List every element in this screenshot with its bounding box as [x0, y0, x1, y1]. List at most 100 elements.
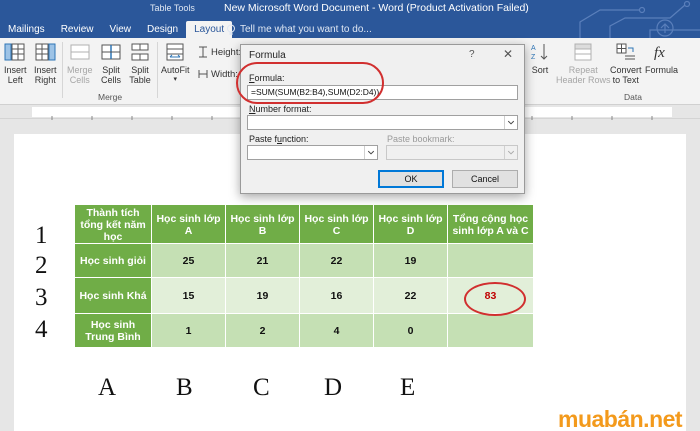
insert-left-label: Insert Left — [4, 65, 27, 85]
ribbon-separator — [62, 42, 63, 98]
circuit-decoration-icon — [579, 0, 700, 38]
row-label-cell[interactable]: Học sinh giỏi — [74, 243, 152, 278]
ribbon-tabs: Mailings Review View Design Layout — [0, 21, 233, 38]
autofit-label: AutoFit — [161, 65, 190, 75]
width-control[interactable]: Width: — [198, 68, 238, 80]
split-table-label: Split Table — [129, 65, 151, 85]
muaban-watermark: muabán.net — [558, 406, 683, 431]
split-cells-label: Split Cells — [100, 65, 121, 85]
lightbulb-icon — [227, 24, 235, 35]
table-header-cell[interactable]: Tổng cộng học sinh lớp A và C — [447, 204, 534, 244]
merge-cells-icon — [70, 44, 90, 60]
paste-function-label: Paste function: — [249, 134, 309, 144]
formula-label: Formula — [645, 65, 679, 75]
table-tools-label: Table Tools — [150, 3, 195, 13]
title-bar: Table Tools New Microsoft Word Document … — [0, 0, 700, 38]
ribbon-separator — [157, 42, 158, 98]
sort-label: Sort — [531, 65, 549, 75]
tab-mailings[interactable]: Mailings — [0, 21, 53, 38]
paste-bookmark-select[interactable] — [386, 145, 518, 160]
row-label-cell[interactable]: Học sinh Trung Bình — [74, 313, 152, 348]
tab-view[interactable]: View — [101, 21, 139, 38]
cancel-button[interactable]: Cancel — [452, 170, 518, 188]
column-width-icon — [198, 70, 208, 78]
table-header-cell[interactable]: Học sinh lớp B — [225, 204, 300, 244]
sort-button[interactable]: A Z Sort — [529, 42, 551, 75]
paste-function-select[interactable] — [247, 145, 378, 160]
convert-to-text-button[interactable]: Convert to Text — [610, 42, 642, 85]
merge-cells-label: Merge Cells — [67, 65, 93, 85]
tell-me-text: Tell me what you want to do... — [240, 24, 372, 35]
row-number-4: 4 — [35, 316, 48, 343]
convert-to-text-label: Convert to Text — [610, 65, 642, 85]
chevron-down-icon — [504, 116, 515, 129]
insert-right-label: Insert Right — [34, 65, 57, 85]
column-letter-e: E — [400, 374, 416, 401]
formula-button[interactable]: fx Formula — [645, 42, 678, 75]
table-cell[interactable]: 0 — [373, 313, 448, 348]
table-cell[interactable] — [447, 243, 534, 278]
table-cell[interactable]: 19 — [373, 243, 448, 278]
table-cell[interactable]: 2 — [225, 313, 300, 348]
number-format-select[interactable] — [247, 115, 518, 130]
height-control[interactable]: Height: — [198, 46, 241, 58]
repeat-header-rows-icon — [574, 43, 592, 61]
tab-review[interactable]: Review — [53, 21, 102, 38]
formula-highlight-oval — [236, 62, 384, 104]
table-header-cell[interactable]: Học sinh lớp D — [373, 204, 448, 244]
window-title: New Microsoft Word Document - Word (Prod… — [224, 2, 529, 14]
table-cell[interactable]: 4 — [299, 313, 374, 348]
close-button[interactable]: ✕ — [503, 47, 513, 61]
help-button[interactable]: ? — [469, 49, 475, 60]
table-cell[interactable]: 1 — [151, 313, 226, 348]
autofit-button[interactable]: AutoFit ▾ — [161, 42, 190, 85]
row-height-icon — [199, 46, 207, 58]
table-header-row: Thành tích tổng kết năm học Học sinh lớp… — [74, 204, 534, 244]
table-cell[interactable]: 22 — [373, 277, 448, 314]
table-cell[interactable]: 25 — [151, 243, 226, 278]
table-cell[interactable]: 15 — [151, 277, 226, 314]
table-cell[interactable]: 21 — [225, 243, 300, 278]
width-label: Width: — [211, 68, 238, 80]
paste-bookmark-label: Paste bookmark: — [387, 134, 455, 144]
row-label-cell[interactable]: Học sinh Khá — [74, 277, 152, 314]
split-cells-button[interactable]: Split Cells — [100, 42, 122, 85]
insert-right-button[interactable]: Insert Right — [34, 42, 57, 85]
row-number-2: 2 — [35, 252, 48, 279]
autofit-icon — [166, 43, 184, 61]
table-cell[interactable]: 16 — [299, 277, 374, 314]
table-header-cell[interactable]: Thành tích tổng kết năm học — [74, 204, 152, 244]
repeat-header-rows-button[interactable]: Repeat Header Rows — [556, 42, 611, 85]
chevron-down-icon — [504, 146, 515, 159]
repeat-header-rows-label: Repeat Header Rows — [556, 65, 611, 85]
insert-left-icon — [4, 43, 25, 61]
convert-to-text-icon — [616, 43, 635, 60]
table-row: Học sinh giỏi 25 21 22 19 — [74, 243, 534, 278]
ok-button[interactable]: OK — [378, 170, 444, 188]
column-letter-a: A — [98, 374, 117, 401]
data-table[interactable]: Thành tích tổng kết năm học Học sinh lớp… — [74, 204, 534, 348]
insert-left-button[interactable]: Insert Left — [4, 42, 27, 85]
svg-text:A: A — [531, 45, 536, 52]
tell-me-box[interactable]: Tell me what you want to do... — [226, 21, 372, 38]
table-header-cell[interactable]: Học sinh lớp A — [151, 204, 226, 244]
height-label: Height: — [211, 46, 242, 58]
row-number-1: 1 — [35, 222, 48, 249]
table-cell[interactable]: 22 — [299, 243, 374, 278]
table-row: Học sinh Trung Bình 1 2 4 0 — [74, 313, 534, 348]
table-cell[interactable] — [447, 313, 534, 348]
table-header-cell[interactable]: Học sinh lớp C — [299, 204, 374, 244]
split-cells-icon — [101, 44, 121, 60]
column-letter-b: B — [176, 374, 193, 401]
split-table-button[interactable]: Split Table — [129, 42, 151, 85]
row-number-3: 3 — [35, 284, 48, 311]
merge-cells-button[interactable]: Merge Cells — [67, 42, 93, 85]
result-highlight-circle — [464, 282, 526, 316]
chevron-down-icon — [364, 146, 375, 159]
split-table-icon — [131, 43, 149, 61]
sort-icon: A Z — [531, 44, 548, 61]
table-cell[interactable]: 19 — [225, 277, 300, 314]
number-format-label: Number format: — [249, 104, 312, 114]
insert-right-icon — [35, 43, 56, 61]
tab-design[interactable]: Design — [139, 21, 186, 38]
